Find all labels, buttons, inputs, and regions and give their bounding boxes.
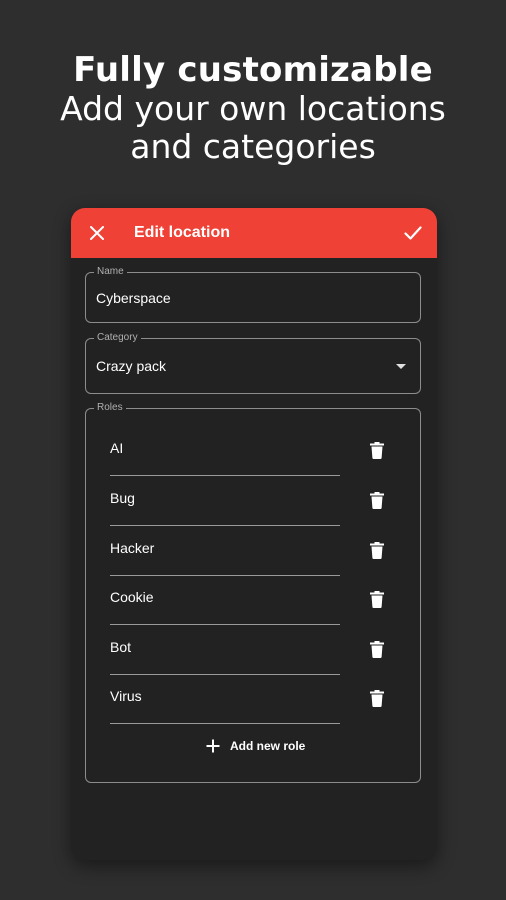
app-screen: Edit location Name Cyberspace Category C… — [71, 208, 437, 860]
trash-icon — [370, 441, 384, 459]
name-field[interactable]: Name Cyberspace — [85, 266, 421, 323]
delete-role-button[interactable] — [368, 688, 386, 708]
category-field-label: Category — [94, 332, 141, 344]
category-select-value[interactable]: Crazy pack — [96, 357, 166, 375]
name-field-value[interactable]: Cyberspace — [96, 289, 171, 307]
role-input[interactable]: Bot — [110, 638, 340, 675]
add-new-role-label: Add new role — [230, 739, 306, 753]
trash-icon — [370, 590, 384, 608]
save-button[interactable] — [401, 221, 425, 245]
screen-title: Edit location — [134, 224, 230, 241]
role-row: Hacker — [110, 529, 410, 578]
name-field-label: Name — [94, 266, 127, 278]
delete-role-button[interactable] — [368, 490, 386, 510]
trash-icon — [370, 541, 384, 559]
role-input[interactable]: Cookie — [110, 588, 340, 625]
role-row: Bot — [110, 628, 410, 677]
close-button[interactable] — [85, 221, 109, 245]
check-icon — [404, 226, 422, 240]
role-input[interactable]: AI — [110, 439, 340, 476]
trash-icon — [370, 689, 384, 707]
category-select[interactable]: Category Crazy pack — [85, 332, 421, 394]
trash-icon — [370, 491, 384, 509]
app-bar: Edit location — [71, 208, 437, 258]
promo-title: Fully customizable — [73, 50, 433, 90]
role-input[interactable]: Bug — [110, 489, 340, 526]
promo-header: Fully customizable Add your own location… — [0, 50, 506, 166]
roles-group: Roles AI Bug Hacker Cookie Bot Virus Add… — [85, 402, 421, 783]
plus-icon — [206, 739, 220, 753]
role-row: Cookie — [110, 578, 410, 627]
role-input[interactable]: Virus — [110, 687, 340, 724]
delete-role-button[interactable] — [368, 589, 386, 609]
roles-field-label: Roles — [94, 402, 126, 414]
promo-subtitle: Add your own locations and categories — [60, 89, 446, 166]
role-input[interactable]: Hacker — [110, 539, 340, 576]
role-row: Bug — [110, 479, 410, 528]
add-new-role-button[interactable]: Add new role — [206, 737, 305, 755]
role-row: Virus — [110, 677, 410, 726]
trash-icon — [370, 640, 384, 658]
delete-role-button[interactable] — [368, 440, 386, 460]
dropdown-arrow-icon[interactable] — [396, 364, 406, 369]
close-icon — [90, 226, 104, 240]
delete-role-button[interactable] — [368, 540, 386, 560]
delete-role-button[interactable] — [368, 639, 386, 659]
role-row: AI — [110, 429, 410, 478]
